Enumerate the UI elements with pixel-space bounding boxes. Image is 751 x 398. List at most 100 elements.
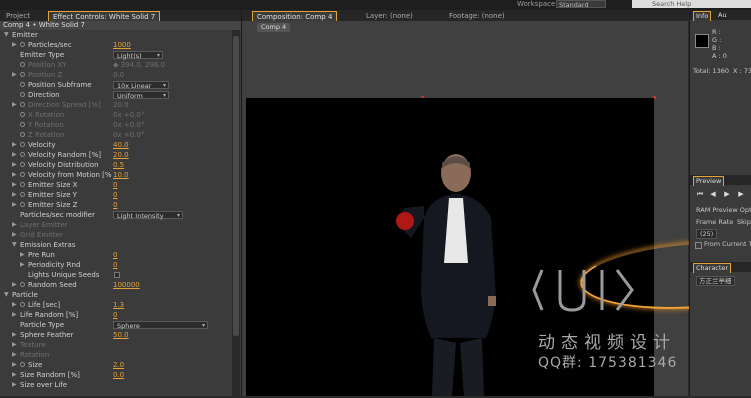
frame-rate-dropdown[interactable]: (25) <box>696 229 718 239</box>
play-icon[interactable]: ▶ <box>723 190 731 198</box>
property-value[interactable]: 0x +0.0° <box>113 110 144 120</box>
property-row[interactable]: ▶ Pre Run 0 <box>0 250 232 260</box>
twirl-open-icon[interactable]: ▼ <box>4 30 9 40</box>
from-current-time-label[interactable]: From Current Tim <box>704 240 751 248</box>
stopwatch-icon[interactable] <box>20 72 25 77</box>
property-value[interactable]: 0.5 <box>113 160 124 170</box>
twirl-closed-icon[interactable]: ▶ <box>12 310 17 320</box>
from-current-checkbox[interactable] <box>695 242 702 249</box>
property-value[interactable]: 10.0 <box>113 170 129 180</box>
property-row[interactable]: Particle Type Sphere <box>0 320 232 330</box>
tab-audio[interactable]: Au <box>716 10 729 20</box>
property-row[interactable]: ▶ Texture <box>0 340 232 350</box>
twirl-closed-icon[interactable]: ▶ <box>12 140 17 150</box>
stopwatch-icon[interactable] <box>20 302 25 307</box>
twirl-closed-icon[interactable]: ▶ <box>12 380 17 390</box>
twirl-closed-icon[interactable]: ▶ <box>12 350 17 360</box>
property-row[interactable]: ▶ Emitter Size Y 0 <box>0 190 232 200</box>
property-value[interactable]: 0 <box>113 180 117 190</box>
property-value[interactable]: 40.0 <box>113 140 129 150</box>
property-value[interactable]: 1000 <box>113 40 131 50</box>
tab-info[interactable]: Info <box>693 11 712 21</box>
twirl-closed-icon[interactable]: ▶ <box>12 100 17 110</box>
stopwatch-icon[interactable] <box>20 282 25 287</box>
twirl-closed-icon[interactable]: ▶ <box>12 70 17 80</box>
property-row[interactable]: ▶ Size Random [%] 0.0 <box>0 370 232 380</box>
property-dropdown[interactable]: Light Intensity <box>113 211 183 220</box>
property-row[interactable]: ▶ Velocity 40.0 <box>0 140 232 150</box>
stopwatch-icon[interactable] <box>20 362 25 367</box>
twirl-closed-icon[interactable]: ▶ <box>12 190 17 200</box>
twirl-closed-icon[interactable]: ▶ <box>12 300 17 310</box>
left-scrollbar-thumb[interactable] <box>233 36 239 336</box>
property-row[interactable]: ▶ Direction Spread [%] 20.0 <box>0 100 232 110</box>
property-value[interactable]: 2.0 <box>113 360 124 370</box>
stopwatch-icon[interactable] <box>20 202 25 207</box>
twirl-open-icon[interactable]: ▼ <box>4 290 9 300</box>
property-row[interactable]: ▶ Position Z 0.0 <box>0 70 232 80</box>
stopwatch-icon[interactable] <box>20 42 25 47</box>
property-row[interactable]: ▶ Rotation <box>0 350 232 360</box>
workspace-dropdown[interactable]: Standard <box>556 0 606 9</box>
property-value[interactable]: 1.3 <box>113 300 124 310</box>
tab-composition[interactable]: Composition: Comp 4 <box>252 11 338 21</box>
property-row[interactable]: Direction Uniform <box>0 90 232 100</box>
property-row[interactable]: ▶ Size over Life <box>0 380 232 390</box>
twirl-closed-icon[interactable]: ▶ <box>12 160 17 170</box>
property-checkbox[interactable] <box>114 272 120 278</box>
stopwatch-icon[interactable] <box>20 102 25 107</box>
property-value[interactable]: 100000 <box>113 280 140 290</box>
property-row[interactable]: ▼ Emission Extras <box>0 240 232 250</box>
property-value[interactable]: 0x +0.0° <box>113 130 144 140</box>
property-value[interactable]: 0 <box>113 310 117 320</box>
property-value[interactable]: 0.0 <box>113 70 124 80</box>
property-row[interactable]: ▶ Particles/sec 1000 <box>0 40 232 50</box>
twirl-closed-icon[interactable]: ▶ <box>12 360 17 370</box>
property-row[interactable]: ▶ Velocity from Motion [% 10.0 <box>0 170 232 180</box>
tab-project[interactable]: Project <box>2 11 34 21</box>
property-row[interactable]: Position Subframe 10x Linear <box>0 80 232 90</box>
property-row[interactable]: Position XY ◆ 394.0, 296.0 <box>0 60 232 70</box>
stopwatch-icon[interactable] <box>20 162 25 167</box>
property-row[interactable]: ▶ Layer Emitter <box>0 220 232 230</box>
property-row[interactable]: ▶ Velocity Random [%] 20.0 <box>0 150 232 160</box>
twirl-closed-icon[interactable]: ▶ <box>12 280 17 290</box>
property-value[interactable]: 0.0 <box>113 370 124 380</box>
property-row[interactable]: ▶ Life [sec] 1.3 <box>0 300 232 310</box>
property-row[interactable]: ▶ Grid Emitter <box>0 230 232 240</box>
stopwatch-icon[interactable] <box>20 82 25 87</box>
first-frame-icon[interactable]: ⏮ <box>696 190 704 198</box>
stopwatch-icon[interactable] <box>20 192 25 197</box>
property-dropdown[interactable]: Uniform <box>113 91 169 100</box>
stopwatch-icon[interactable] <box>20 62 25 67</box>
property-value[interactable]: 50.0 <box>113 330 129 340</box>
property-row[interactable]: ▶ Life Random [%] 0 <box>0 310 232 320</box>
property-value[interactable]: 0x +0.0° <box>113 120 144 130</box>
twirl-closed-icon[interactable]: ▶ <box>12 200 17 210</box>
left-scrollbar[interactable] <box>232 30 240 396</box>
property-row[interactable]: ▶ Emitter Size X 0 <box>0 180 232 190</box>
stopwatch-icon[interactable] <box>20 182 25 187</box>
twirl-closed-icon[interactable]: ▶ <box>20 260 25 270</box>
property-value[interactable]: 0 <box>113 190 117 200</box>
prev-frame-icon[interactable]: ◀ <box>709 190 717 198</box>
twirl-closed-icon[interactable]: ▶ <box>12 340 17 350</box>
tab-preview[interactable]: Preview <box>693 176 725 186</box>
stopwatch-icon[interactable] <box>20 142 25 147</box>
ram-preview-options[interactable]: RAM Preview Optio <box>696 206 751 214</box>
property-value[interactable]: 20.0 <box>113 150 129 160</box>
property-row[interactable]: Z Rotation 0x +0.0° <box>0 130 232 140</box>
property-value[interactable]: 20.0 <box>113 100 129 110</box>
font-dropdown[interactable]: 方正兰亭细 <box>696 276 735 286</box>
property-value[interactable]: ◆ 394.0, 296.0 <box>113 60 165 70</box>
twirl-closed-icon[interactable]: ▶ <box>12 40 17 50</box>
property-row[interactable]: Y Rotation 0x +0.0° <box>0 120 232 130</box>
twirl-open-icon[interactable]: ▼ <box>12 240 17 250</box>
property-row[interactable]: ▶ Periodicity Rnd 0 <box>0 260 232 270</box>
stopwatch-icon[interactable] <box>20 92 25 97</box>
tab-character[interactable]: Character <box>693 263 732 273</box>
twirl-closed-icon[interactable]: ▶ <box>12 180 17 190</box>
stopwatch-icon[interactable] <box>20 132 25 137</box>
stopwatch-icon[interactable] <box>20 152 25 157</box>
twirl-closed-icon[interactable]: ▶ <box>12 220 17 230</box>
